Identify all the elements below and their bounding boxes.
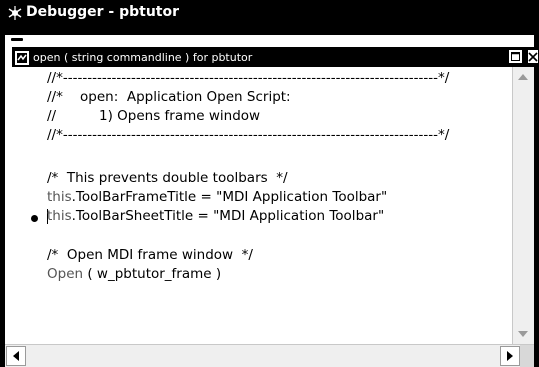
code-line: //*-------------------------------------… xyxy=(47,70,450,86)
close-button[interactable] xyxy=(528,50,538,63)
code-line: // 1) Opens frame window xyxy=(47,108,261,124)
code-text: ( w_pbtutor_frame ) xyxy=(83,266,222,282)
horizontal-scrollbar[interactable] xyxy=(5,344,534,367)
code-line: //* open: Application Open Script: xyxy=(47,89,291,105)
script-icon xyxy=(15,50,29,65)
breakpoint-dot-icon[interactable] xyxy=(31,215,38,222)
code-line: /* Open MDI frame window */ xyxy=(47,247,253,263)
scroll-left-button[interactable] xyxy=(6,346,26,366)
debugger-window: Debugger - pbtutor open ( string command… xyxy=(0,0,539,367)
scroll-up-button[interactable] xyxy=(517,71,529,83)
keyword: this xyxy=(47,189,72,205)
scroll-right-button[interactable] xyxy=(500,346,520,366)
window-frame-right xyxy=(534,35,539,367)
menu-strip xyxy=(5,35,534,45)
system-menu-icon[interactable] xyxy=(11,38,23,41)
chevron-up-icon xyxy=(518,74,528,80)
chevron-left-icon xyxy=(13,351,19,361)
scroll-down-button[interactable] xyxy=(517,328,529,340)
close-icon xyxy=(528,51,538,62)
bug-icon xyxy=(8,5,22,20)
code-line: Open ( w_pbtutor_frame ) xyxy=(47,266,221,282)
document-titlebar[interactable]: open ( string commandline ) for pbtutor xyxy=(12,47,538,67)
chevron-right-icon xyxy=(507,351,513,361)
restore-button[interactable] xyxy=(509,50,522,63)
document-title: open ( string commandline ) for pbtutor xyxy=(33,50,253,64)
window-titlebar[interactable]: Debugger - pbtutor xyxy=(0,0,539,35)
code-line: this.ToolBarSheetTitle = "MDI Applicatio… xyxy=(47,208,384,224)
window-title: Debugger - pbtutor xyxy=(26,3,180,20)
size-grip[interactable] xyxy=(520,345,534,367)
chevron-down-icon xyxy=(518,331,528,337)
code-editor[interactable]: //*-------------------------------------… xyxy=(5,67,512,344)
code-line: //*-------------------------------------… xyxy=(47,127,450,143)
keyword: this xyxy=(47,208,72,224)
code-line: this.ToolBarFrameTitle = "MDI Applicatio… xyxy=(47,189,387,205)
vertical-scrollbar[interactable] xyxy=(512,67,534,344)
keyword: Open xyxy=(47,266,84,282)
code-line: /* This prevents double toolbars */ xyxy=(47,170,288,186)
restore-icon xyxy=(511,52,520,61)
code-text: .ToolBarFrameTitle = "MDI Application To… xyxy=(71,189,388,205)
code-text: .ToolBarSheetTitle = "MDI Application To… xyxy=(71,208,385,224)
